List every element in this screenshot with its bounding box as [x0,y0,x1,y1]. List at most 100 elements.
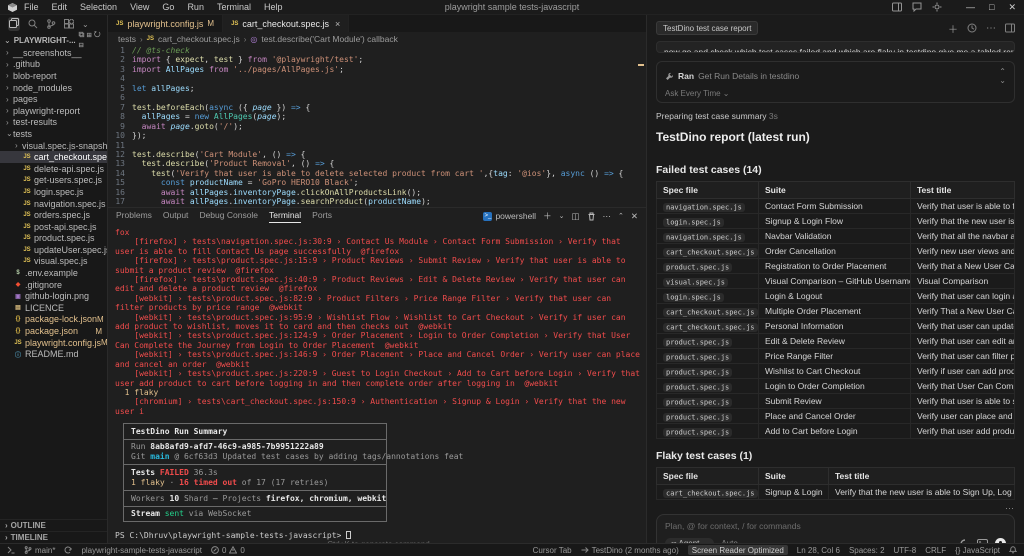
new-terminal-button[interactable]: ＋ [543,210,552,222]
tree-item-package.json[interactable]: {} package.json M [0,325,107,337]
breadcrumb-symbol[interactable]: test.describe('Cart Module') callback [261,34,397,44]
settings-gear-icon[interactable] [932,2,942,12]
close-button[interactable]: ✕ [1008,2,1016,13]
panel-right-icon[interactable] [1005,23,1015,33]
notifications-bell[interactable] [1009,546,1017,554]
editor-tab-cart_checkout.spec.js[interactable]: JS cart_checkout.spec.js × [223,15,350,32]
tree-item-updateUser.spec.js[interactable]: JS updateUser.spec.js [0,244,107,256]
tree-item-github-login.png[interactable]: ▣ github-login.png [0,290,107,302]
cursor-position[interactable]: Ln 28, Col 6 [797,546,840,555]
testdino-status[interactable]: TestDino (2 months ago) [581,546,679,555]
tree-item-package-lock.json[interactable]: {} package-lock.json M [0,314,107,326]
breadcrumb[interactable]: tests › JS cart_checkout.spec.js › ◎ tes… [108,32,646,46]
menu-item-go[interactable]: Go [162,2,174,12]
history-icon[interactable] [967,23,977,33]
tree-item-visual.spec.js-snapshots[interactable]: › visual.spec.js-snapshots [0,140,107,152]
terminal[interactable]: fox [firefox] › tests\navigation.spec.js… [108,224,646,543]
menu-item-selection[interactable]: Selection [80,2,117,12]
overflow-dots[interactable]: ⋯ [656,503,1015,514]
panel-maximize-icon[interactable]: ⌃ [618,212,624,220]
tree-item-orders.spec.js[interactable]: JS orders.spec.js [0,209,107,221]
new-chat-icon[interactable]: ＋ [948,21,958,36]
explorer-header[interactable]: ⌄ PLAYWRIGHT-... ⧉ ⊞ ↻ ⊟ [0,30,107,50]
line-number: 5 [120,83,125,93]
encoding-status[interactable]: UTF-8 [894,546,917,555]
tree-item-visual.spec.js[interactable]: JS visual.spec.js [0,256,107,268]
md-file-icon: ⓘ [14,352,21,359]
menu-item-view[interactable]: View [130,2,149,12]
panel-more-icon[interactable]: ⋯ [603,211,612,222]
tree-item-login.spec.js[interactable]: JS login.spec.js [0,186,107,198]
extensions-icon[interactable] [64,19,74,29]
panel-close-icon[interactable]: ✕ [631,211,638,222]
activity-more-icon[interactable]: ⌄ [82,20,89,29]
panel-tab-problems[interactable]: Problems [116,210,152,223]
kill-terminal-icon[interactable] [587,212,596,221]
outline-section[interactable]: › OUTLINE [0,519,107,531]
chat-more-icon[interactable]: ⋯ [986,23,996,34]
tree-item-.env.example[interactable]: $ .env.example [0,267,107,279]
screen-reader-status[interactable]: Screen Reader Optimized [687,545,788,555]
sync-button[interactable] [64,546,72,554]
layout-panel-icon[interactable] [892,2,903,12]
panel-tab-output[interactable]: Output [163,210,189,223]
tree-item-LICENCE[interactable]: ▤ LICENCE [0,302,107,314]
tree-item-test-results[interactable]: › test-results [0,117,107,129]
tree-item-README.md[interactable]: ⓘ README.md [0,348,107,360]
minimize-button[interactable]: — [966,2,975,13]
tree-item-node_modules[interactable]: › node_modules [0,82,107,94]
maximize-button[interactable]: □ [989,2,994,13]
menu-item-file[interactable]: File [24,2,39,12]
panel-tab-terminal[interactable]: Terminal [269,210,302,223]
tree-item-.github[interactable]: › .github [0,59,107,71]
source-control-icon[interactable] [46,19,56,29]
git-branch-indicator[interactable]: main* [24,546,55,555]
menu-item-help[interactable]: Help [264,2,283,12]
tree-item-delete-api.spec.js[interactable]: JS delete-api.spec.js [0,163,107,175]
split-terminal-icon[interactable]: ◫ [571,211,579,222]
remote-indicator[interactable] [7,546,15,554]
timeline-section[interactable]: › TIMELINE [0,531,107,543]
column-header: Suite [758,181,911,199]
ask-every-time-dropdown[interactable]: Ask Every Time ⌄ [665,89,1006,98]
tree-item-navigation.spec.js[interactable]: JS navigation.spec.js [0,198,107,210]
breadcrumb-file[interactable]: cart_checkout.spec.js [158,34,240,44]
tool-call-box[interactable]: Ran Get Run Details in testdino ⌃ ⌄ Ask E… [656,61,1015,103]
search-icon[interactable] [28,19,38,29]
editor-tab-playwright.config.js[interactable]: JS playwright.config.js M [108,15,224,32]
language-mode[interactable]: {} JavaScript [955,546,1000,555]
tree-item-get-users.spec.js[interactable]: JS get-users.spec.js [0,175,107,187]
tree-item-product.spec.js[interactable]: JS product.spec.js [0,233,107,245]
tree-item-tests[interactable]: ⌄ tests [0,128,107,140]
tree-item-pages[interactable]: › pages [0,93,107,105]
chevron-right-icon: › [6,106,9,116]
tree-item-post-api.spec.js[interactable]: JS post-api.spec.js [0,221,107,233]
panel-tab-debug-console[interactable]: Debug Console [199,210,258,223]
breadcrumb-root[interactable]: tests [118,34,136,44]
panel-tab-ports[interactable]: Ports [312,210,332,223]
tree-item-playwright.config.js[interactable]: JS playwright.config.js M [0,337,107,349]
tree-item-cart_checkout.spec.js[interactable]: JScart_checkout.spec.js [0,151,107,163]
expand-collapse-icon[interactable]: ⌃ ⌄ [999,67,1006,85]
chevron-right-icon: › [6,117,9,127]
menu-item-terminal[interactable]: Terminal [217,2,251,12]
tree-item-playwright-report[interactable]: › playwright-report [0,105,107,117]
chat-icon[interactable] [912,2,922,12]
chat-tab[interactable]: TestDino test case report [656,21,759,35]
cursor-tab-status[interactable]: Cursor Tab [533,546,572,555]
errors-indicator[interactable]: 0 0 [211,546,245,555]
indentation-status[interactable]: Spaces: 2 [849,546,885,555]
terminal-profile[interactable]: >_ powershell [483,211,536,221]
eol-status[interactable]: CRLF [925,546,946,555]
code-editor[interactable]: 1 // @ts-check 2 import { expect, test } fr… [108,46,646,207]
close-tab-icon[interactable]: × [335,19,340,29]
tree-item-.gitignore[interactable]: ◆ .gitignore [0,279,107,291]
menu-item-edit[interactable]: Edit [52,2,68,12]
tree-item-blob-report[interactable]: › blob-report [0,70,107,82]
explorer-icon[interactable] [8,17,20,31]
menu-item-run[interactable]: Run [187,2,204,12]
terminal-dropdown-icon[interactable]: ⌄ [559,212,565,220]
tab-label: playwright.config.js [127,18,204,29]
explorer-actions[interactable]: ⧉ ⊞ ↻ ⊟ [79,30,103,50]
project-name[interactable]: playwright-sample-tests-javascript [81,546,201,555]
